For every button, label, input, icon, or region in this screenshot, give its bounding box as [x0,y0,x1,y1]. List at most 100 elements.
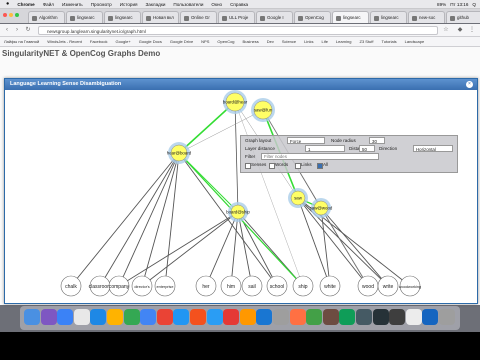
node-radius-label: Node radius [331,138,356,143]
dock-app-icon[interactable] [339,309,356,325]
graph-link [234,101,239,213]
graph-link [141,211,239,287]
browser-tab[interactable]: lingsearc [66,11,103,23]
word-node-label: company [109,284,130,290]
bookmark-item[interactable]: Learning [332,39,356,44]
menu-icon[interactable]: ⋮ [468,26,476,34]
sense-graph[interactable]: board@hear saw@fun hear@board board@ship saw… [5,90,477,303]
browser-tab[interactable]: Algorithm [28,11,65,23]
dock-app-icon[interactable] [306,309,323,325]
graph-settings-panel: Graph layout Force Node radius 30 Layer … [240,135,458,173]
apple-icon[interactable]: ● [0,1,13,7]
bookmark-item[interactable]: Dev [263,39,278,44]
bookmark-item[interactable]: Google Drive [166,39,197,44]
dock-app-icon[interactable] [123,309,140,325]
word-node-label: director's [134,285,149,289]
bookmark-item[interactable]: OpenCog [213,39,238,44]
dock-app-icon[interactable] [40,309,57,325]
bookmark-item[interactable]: WindsJets - Recent [43,39,86,44]
menu-app-name[interactable]: Chrome [13,2,38,7]
extension-icon[interactable]: ◆ [456,26,464,34]
menu-item-bookmarks[interactable]: Закладки [142,2,170,7]
menu-item-edit[interactable]: Изменить [58,2,87,7]
bookmark-item[interactable]: Google+ [111,39,134,44]
dock-app-icon[interactable] [356,309,372,325]
dock-app-icon[interactable] [206,309,223,325]
menu-item-help[interactable]: Справка [226,2,252,7]
layout-label: Graph layout [245,138,272,143]
dock-app-icon[interactable] [439,309,455,325]
senses-label: Senses [251,162,267,167]
menu-item-view[interactable]: Просмотр [87,2,116,7]
dock-app-icon[interactable] [239,309,256,325]
bookmark-item[interactable]: Science [278,39,300,44]
layer-distance-stepper[interactable]: 1 [305,145,345,152]
dock-app-icon[interactable] [190,309,206,325]
clock[interactable]: Пт 13:16 [450,2,468,7]
address-bar[interactable]: newsgroup.langlearn.singularitynet.io/gr… [38,26,438,35]
close-icon[interactable]: × [466,81,473,88]
menu-item-window[interactable]: Окно [207,2,226,7]
reload-icon[interactable]: ↻ [24,26,32,34]
bookmark-item[interactable]: Facebook [86,39,112,44]
filter-input[interactable] [261,153,379,160]
layout-select[interactable]: Force [287,137,325,144]
menu-item-file[interactable]: Файл [39,2,58,7]
bookmark-item[interactable]: Лайфы на Главной [0,39,43,44]
tab-label: Online Gr [191,15,210,20]
node-radius-stepper[interactable]: 30 [369,137,385,144]
forward-icon[interactable]: › [13,26,21,34]
dock-app-icon[interactable] [256,309,273,325]
dock-app-icon[interactable] [173,309,190,325]
dock-app-icon[interactable] [90,309,107,325]
browser-tab[interactable]: lingsearc [104,11,141,23]
dock-app-icon[interactable] [322,309,339,325]
menu-item-history[interactable]: История [116,2,142,7]
browser-tab[interactable]: Google I [256,11,293,23]
tab-favicon-icon [222,16,227,21]
dock-app-icon[interactable] [107,309,123,325]
bookmark-item[interactable]: Tutorials [377,39,400,44]
dock-app-icon[interactable] [372,309,389,325]
dock-app-icon[interactable] [389,309,406,325]
bookmark-item[interactable]: Landscape [401,39,429,44]
dock-app-icon[interactable] [422,309,439,325]
dock-app-icon[interactable] [273,309,289,325]
back-icon[interactable]: ‹ [3,26,11,34]
browser-tab[interactable]: ULL Proje [218,11,255,23]
sense-node-label: saw@fun [254,108,273,113]
dock-app-icon[interactable] [57,309,74,325]
star-icon[interactable]: ☆ [442,26,450,34]
distance-stepper[interactable]: 50 [359,145,375,152]
browser-tab[interactable]: github [446,11,480,23]
browser-tab[interactable]: OpenCog [294,11,331,23]
direction-select[interactable]: Horizontal [413,145,453,152]
dock-app-icon[interactable] [140,309,157,325]
dock-app-icon[interactable] [156,309,173,325]
tab-favicon-icon [298,16,303,21]
menu-item-users[interactable]: Пользователи [169,2,207,7]
close-window-icon[interactable] [3,13,7,17]
zoom-window-icon[interactable] [15,13,19,17]
minimize-window-icon[interactable] [9,13,13,17]
dock-app-icon[interactable] [405,309,422,325]
dock-app-icon[interactable] [73,309,90,325]
bookmark-item[interactable]: Links [300,39,317,44]
battery-status[interactable]: 89% [437,2,446,7]
bookmark-item[interactable]: Z3 Stuff [356,39,378,44]
dock-app-icon[interactable] [289,309,306,325]
bookmark-item[interactable]: NPS [197,39,213,44]
bookmark-item[interactable]: Google Docs [135,39,166,44]
browser-tab[interactable]: lingsearc [370,11,407,23]
browser-tab[interactable]: Online Gr [180,11,217,23]
search-icon[interactable]: Q [472,2,476,7]
browser-tab[interactable]: Новая вкл [142,11,179,23]
dock-app-icon[interactable] [223,309,240,325]
dialog-title[interactable]: Language Learning Sense Disambiguation [5,79,477,90]
dock-app-icon[interactable] [24,309,40,325]
filter-label: Filter [245,154,256,159]
browser-tab[interactable]: new-soc [408,11,445,23]
bookmark-item[interactable]: Business [239,39,263,44]
browser-tab[interactable]: lingsearc [332,11,369,23]
bookmark-item[interactable]: Life [317,39,331,44]
